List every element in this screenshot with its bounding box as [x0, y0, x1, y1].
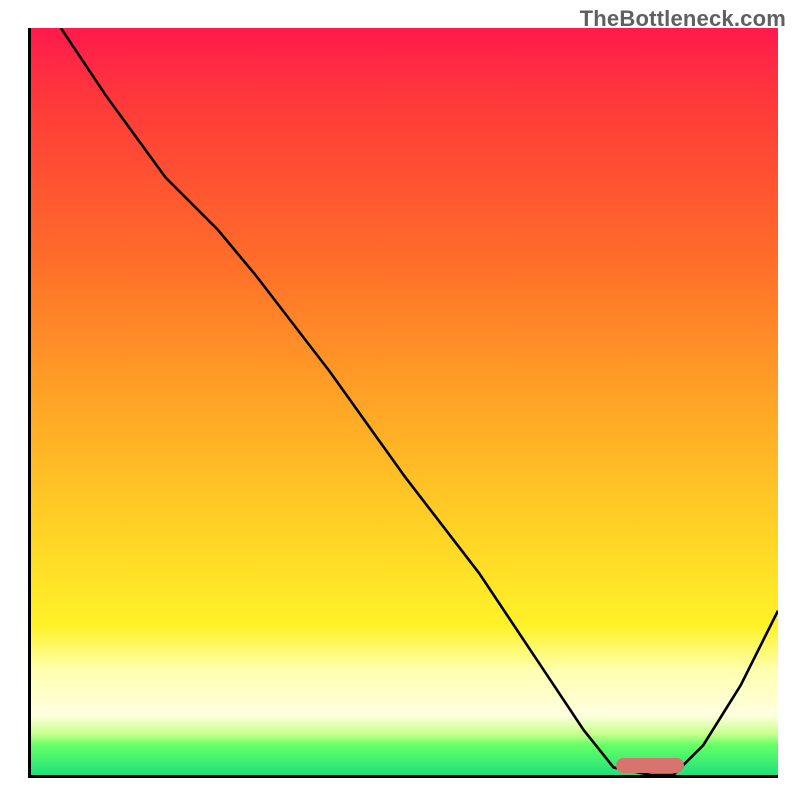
chart-container: TheBottleneck.com [0, 0, 800, 800]
optimal-range-marker [616, 758, 684, 773]
plot-area [28, 28, 778, 778]
bottleneck-curve [31, 28, 778, 775]
curve-path [61, 28, 778, 775]
